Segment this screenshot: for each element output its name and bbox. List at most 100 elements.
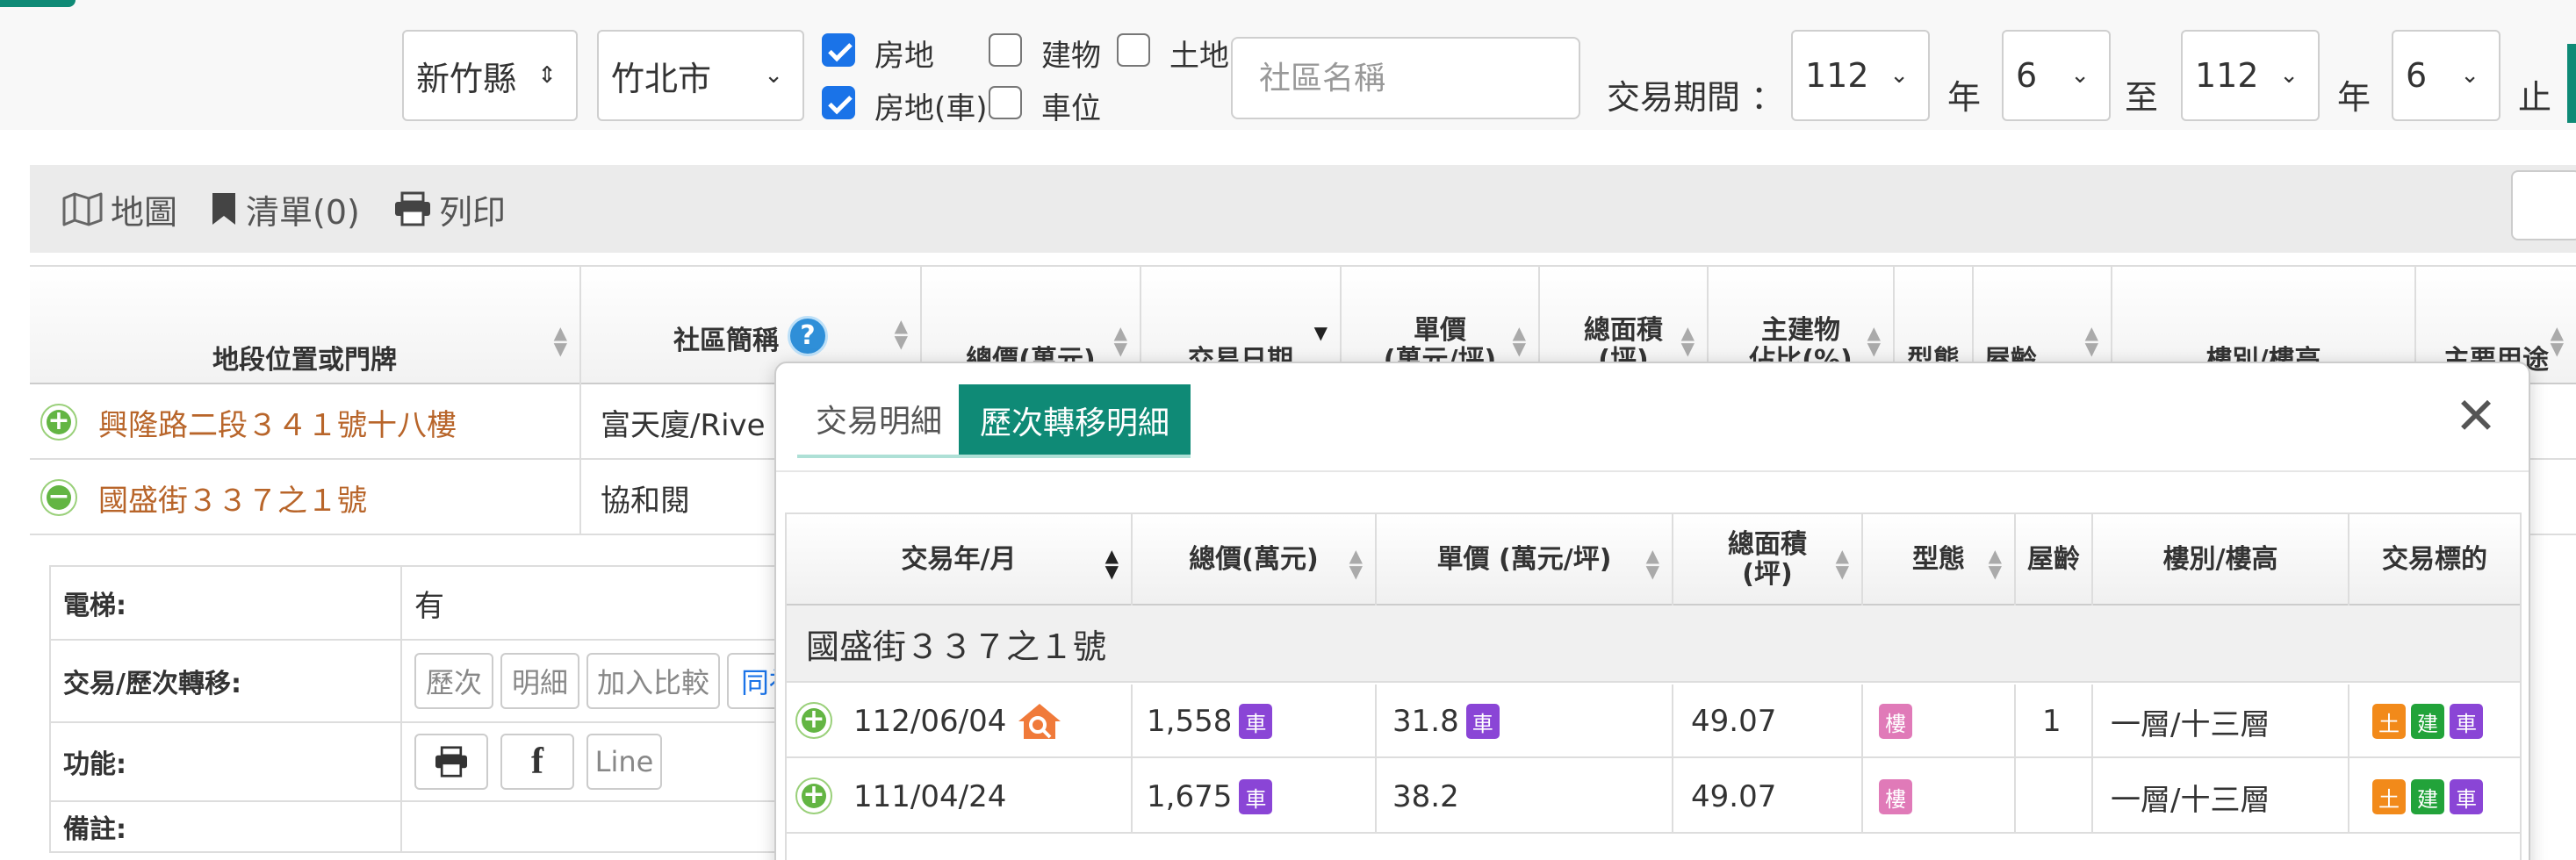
map-button[interactable]: 地圖	[61, 165, 177, 253]
history-group-address: 國盛街３３７之１號	[787, 606, 2520, 683]
print-detail-button[interactable]	[414, 734, 488, 790]
header-type[interactable]: 型態 ▲ ▼	[1863, 514, 2014, 606]
to-year-select[interactable]: 112 ⌄	[2181, 30, 2320, 121]
group-address-label: 國盛街３３７之１號	[806, 627, 1107, 666]
divider	[1131, 514, 1133, 606]
divider	[2014, 514, 2016, 606]
header-unit-price[interactable]: 單價 (萬元/坪) ▲ ▼	[1377, 514, 1672, 606]
header-trade-target-label: 交易標的	[2382, 544, 2487, 575]
table-row[interactable]: + 112/06/04 1,558 車 31.8 車 49.07 樓 1 一層/…	[787, 684, 2520, 758]
header-area[interactable]: 總面積 (坪) ▲ ▼	[1673, 514, 1861, 606]
print-button[interactable]: 列印	[393, 165, 506, 253]
type-cell: 樓	[1879, 684, 1912, 758]
print-label: 列印	[439, 192, 507, 232]
facebook-share-button[interactable]: f	[500, 734, 574, 790]
city-select[interactable]: 竹北市 ⌄	[597, 30, 804, 121]
to-month-value: 6	[2406, 56, 2428, 95]
divider	[1672, 684, 1673, 834]
sort-icon: ▲ ▼	[2550, 322, 2564, 359]
header-type-label: 型態	[1912, 544, 1965, 575]
to-year-value: 112	[2195, 56, 2259, 95]
map-label: 地圖	[111, 192, 178, 232]
checkbox-parking[interactable]	[989, 86, 1022, 119]
add-compare-button[interactable]: 加入比較	[586, 653, 720, 709]
trade-date: 112/06/04	[853, 704, 1007, 739]
header-trade-month[interactable]: 交易年/月 ▲ ▼	[787, 514, 1131, 606]
from-month-select[interactable]: 6 ⌄	[2002, 30, 2111, 121]
header-floor-label: 樓別/樓高	[2162, 544, 2278, 575]
expand-plus-icon[interactable]: +	[795, 778, 832, 814]
sort-desc-icon: ▼	[1313, 322, 1328, 343]
header-address[interactable]: 地段位置或門牌 ▲ ▼	[30, 267, 579, 386]
header-trade-target[interactable]: 交易標的	[2349, 514, 2520, 606]
transfer-history-modal: 交易明細 歷次轉移明細 ✕ 交易年/月 ▲ ▼ 總價(萬元) ▲ ▼ 單價 (萬元/…	[774, 362, 2530, 860]
divider	[2091, 514, 2093, 606]
line-share-button[interactable]: Line	[586, 734, 662, 790]
header-age-label: 屋齡	[2027, 544, 2080, 575]
checkbox-house-land-parking[interactable]	[822, 86, 855, 119]
checkbox-building[interactable]	[989, 33, 1022, 67]
table-row[interactable]: + 111/04/24 1,675 車 38.2 49.07 樓 一層/十三層 …	[787, 760, 2520, 834]
search-button-edge[interactable]	[2567, 44, 2576, 123]
tab-transaction-detail[interactable]: 交易明細	[797, 383, 961, 458]
header-floor[interactable]: 樓別/樓高	[2093, 514, 2348, 606]
tab-transfer-history[interactable]: 歷次轉移明細	[959, 384, 1191, 456]
sort-icon: ▲ ▼	[1105, 545, 1119, 582]
history-table-header: 交易年/月 ▲ ▼ 總價(萬元) ▲ ▼ 單價 (萬元/坪) ▲ ▼ 總面積 (坪) …	[787, 514, 2520, 606]
row-address-link[interactable]: 國盛街３３７之１號	[98, 460, 367, 535]
checkbox-house-land-parking-label: 房地(車)	[874, 91, 988, 126]
parking-badge: 車	[2450, 779, 2483, 814]
sort-icon: ▲ ▼	[1835, 545, 1849, 582]
sort-icon: ▲ ▼	[553, 322, 567, 359]
year-label-2: 年	[2337, 78, 2371, 117]
help-icon[interactable]: ?	[788, 316, 828, 356]
close-icon[interactable]: ✕	[2450, 390, 2502, 442]
tab-underline	[959, 455, 1191, 458]
header-age[interactable]: 屋齡	[2016, 514, 2091, 606]
divider	[2014, 684, 2016, 834]
unit-price: 38.2	[1392, 779, 1459, 814]
divider	[579, 460, 581, 535]
close-label: ✕	[2454, 386, 2498, 446]
detail-row-note: 備註:	[49, 800, 839, 853]
sort-icon: ▲ ▼	[894, 315, 908, 352]
county-select[interactable]: 新竹縣 ⇕	[402, 30, 578, 121]
bookmark-icon	[212, 193, 235, 225]
unit-price-cell: 31.8 車	[1392, 684, 1500, 758]
land-badge: 土	[2372, 779, 2406, 814]
detail-button-label: 明細	[511, 666, 568, 699]
detail-button[interactable]: 明細	[500, 653, 579, 709]
brand-tab-edge	[0, 0, 76, 7]
age-cell: 1	[2042, 704, 2062, 739]
list-button[interactable]: 清單(0)	[209, 165, 360, 253]
printer-icon	[435, 746, 467, 778]
filter-bar: 新竹縣 ⇕ 竹北市 ⌄ 房地 建物 土地 房地(車) 車位 交易期間 ： 112…	[0, 0, 2576, 130]
checkbox-house-land[interactable]	[822, 33, 855, 67]
sort-icon: ▲ ▼	[1512, 322, 1526, 359]
from-year-select[interactable]: 112 ⌄	[1791, 30, 1930, 121]
toolbar: 地圖 清單(0) 列印	[30, 165, 2576, 253]
checkbox-land[interactable]	[1117, 33, 1150, 67]
transfer-history-table: 交易年/月 ▲ ▼ 總價(萬元) ▲ ▼ 單價 (萬元/坪) ▲ ▼ 總面積 (坪) …	[785, 512, 2522, 860]
collapse-minus-icon[interactable]: −	[40, 479, 77, 516]
total-price: 1,675	[1147, 779, 1233, 814]
checkbox-land-label: 土地	[1169, 39, 1229, 74]
history-button[interactable]: 歷次	[414, 653, 493, 709]
total-price-cell: 1,558 車	[1147, 684, 1273, 758]
divider	[1131, 684, 1133, 834]
divider	[579, 384, 581, 460]
total-price-cell: 1,675 車	[1147, 760, 1273, 834]
type-badge: 樓	[1879, 704, 1912, 739]
expand-plus-icon[interactable]: +	[795, 702, 832, 739]
sort-icon: ▲ ▼	[1349, 545, 1363, 582]
detail-row-function: 功能: f Line	[49, 721, 839, 800]
to-month-select[interactable]: 6 ⌄	[2392, 30, 2500, 121]
community-name-input[interactable]	[1231, 37, 1580, 119]
header-total-price[interactable]: 總價(萬元) ▲ ▼	[1133, 514, 1375, 606]
parking-badge: 車	[1239, 779, 1273, 814]
row-address-link[interactable]: 興隆路二段３４１號十八樓	[98, 384, 457, 460]
toolbar-right-button[interactable]	[2511, 170, 2576, 240]
header-unit-price-label: 單價 (萬元/坪)	[1436, 544, 1612, 575]
divider	[400, 802, 402, 851]
expand-plus-icon[interactable]: +	[40, 404, 77, 441]
